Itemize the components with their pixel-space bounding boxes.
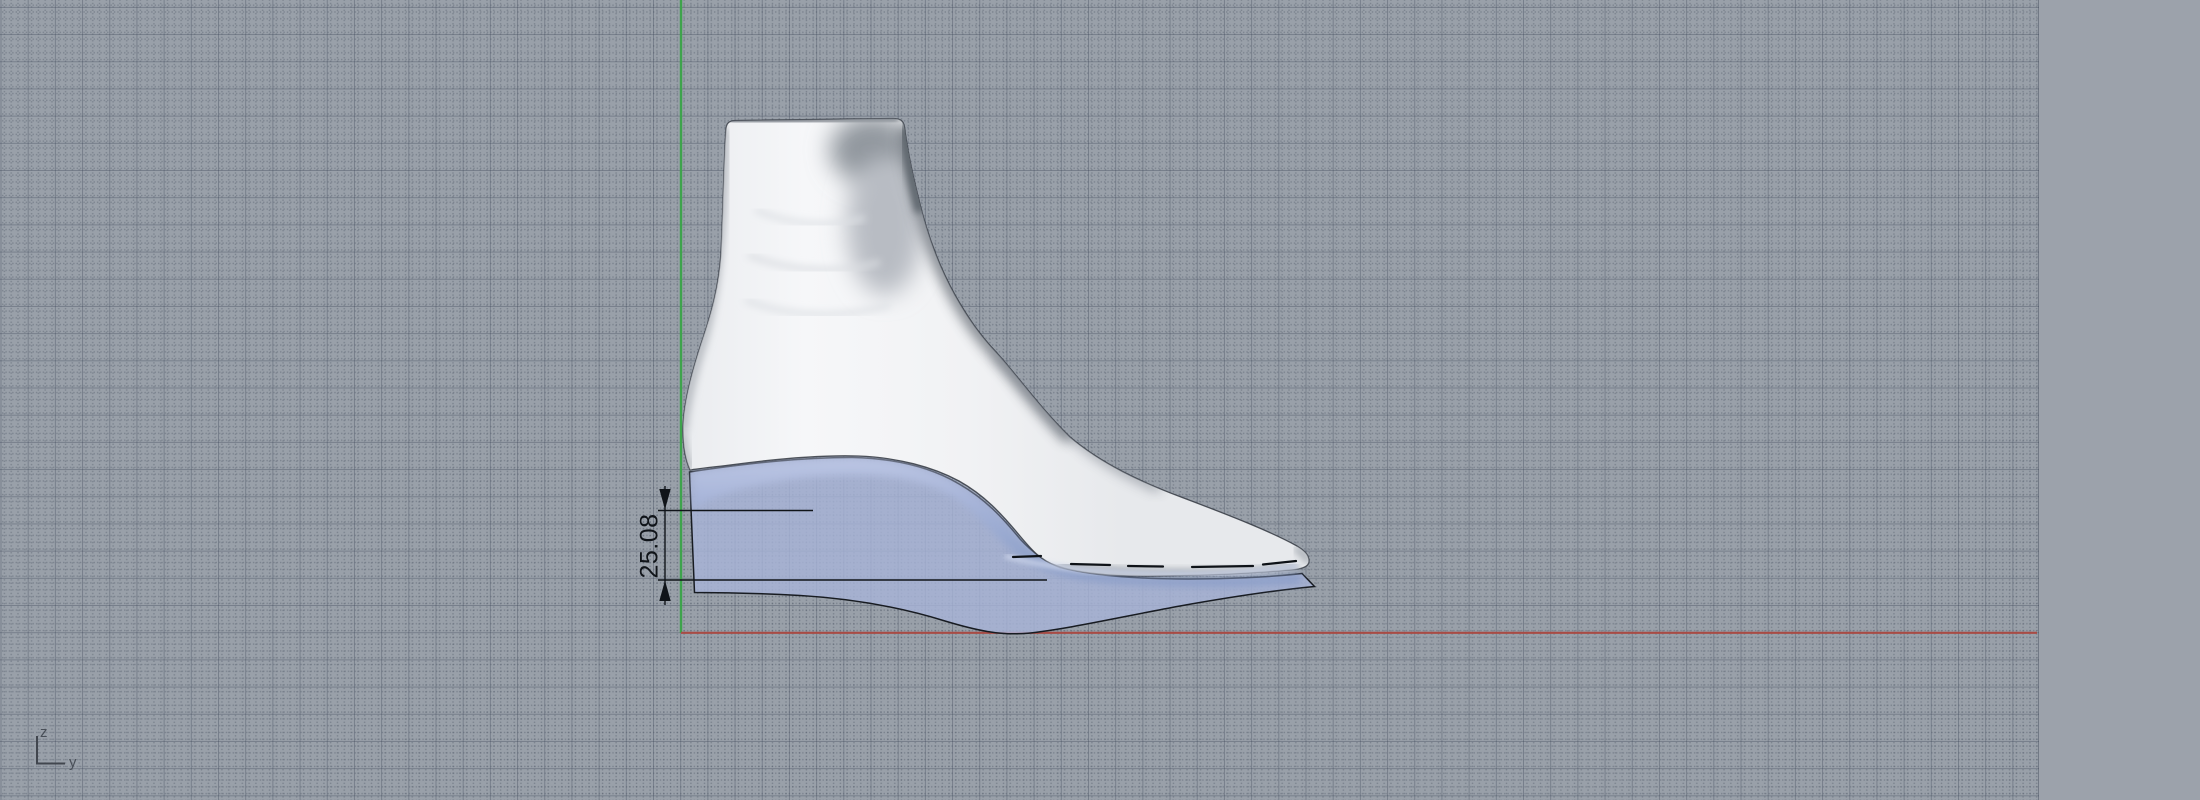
dimension-arrow-top bbox=[659, 489, 671, 510]
axis-gizmo-y-label: y bbox=[69, 754, 77, 771]
dimension-arrow-bottom bbox=[659, 580, 671, 601]
viewport-scene: 25.08 z y bbox=[36, 0, 2037, 771]
dimension-value-label: 25.08 bbox=[636, 513, 664, 578]
axis-gizmo: z y bbox=[36, 724, 77, 771]
cad-viewport: { "viewport": { "dimension": { "value": … bbox=[0, 0, 2200, 800]
axis-gizmo-z-label: z bbox=[40, 724, 48, 741]
